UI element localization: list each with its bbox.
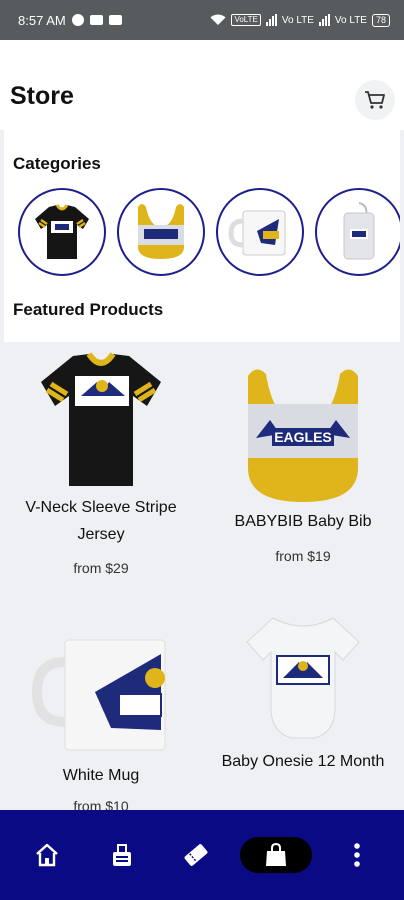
product-card-baby-onesie[interactable]: Baby Onesie 12 Month	[202, 592, 404, 812]
nav-info-board[interactable]	[92, 835, 152, 875]
onesie-image	[246, 617, 360, 739]
nav-store[interactable]	[240, 837, 313, 873]
mug-image	[31, 639, 166, 751]
signal-icon-2	[318, 14, 330, 26]
nav-more[interactable]	[327, 835, 387, 875]
featured-title: Featured Products	[13, 300, 164, 319]
product-name: Baby Onesie 12 Month	[221, 753, 385, 770]
shopping-bag-icon	[266, 842, 287, 866]
categories-card: Categories Featured Products	[4, 130, 400, 342]
wifi-icon	[210, 14, 226, 25]
signal-icon	[265, 14, 277, 26]
bib-image: EAGLES	[248, 369, 358, 502]
bib-thumbnail	[138, 204, 184, 259]
bib-brand-text: EAGLES	[274, 429, 332, 445]
product-name: White Mug	[62, 767, 140, 784]
mail-icon	[108, 15, 122, 25]
network-label-2: Vo LTE	[334, 14, 367, 26]
category-jersey[interactable]	[18, 188, 106, 276]
jersey-thumbnail	[35, 204, 89, 259]
product-image	[0, 624, 202, 764]
page-title: Store	[10, 82, 74, 110]
info-board-icon	[112, 844, 131, 866]
product-name: BABYBIB Baby Bib	[234, 513, 372, 530]
mug-thumbnail	[228, 210, 286, 256]
product-image: EAGLES	[202, 364, 404, 504]
app-header: Store	[0, 40, 404, 130]
product-card-mug[interactable]: White Mug from $10	[0, 592, 202, 814]
home-icon	[36, 843, 58, 867]
categories-title: Categories	[13, 154, 101, 173]
product-card-jersey[interactable]: V-Neck Sleeve Stripe Jersey from $29	[0, 342, 202, 592]
messenger-icon	[71, 14, 84, 26]
category-baby-bib[interactable]	[117, 188, 205, 276]
network-label-1: Vo LTE	[281, 14, 314, 26]
cart-icon	[365, 91, 385, 109]
product-card-baby-bib[interactable]: EAGLES BABYBIB Baby Bib from $19	[202, 342, 404, 592]
more-vertical-icon	[353, 843, 360, 867]
jersey-image	[41, 352, 161, 486]
status-time: 8:57 AM	[18, 12, 66, 28]
product-name: V-Neck Sleeve Stripe Jersey	[25, 499, 177, 543]
status-bar: 8:57 AM VoLTE Vo LTE Vo LTE 78	[0, 0, 404, 40]
volte-badge: VoLTE	[231, 14, 261, 26]
youtube-icon	[89, 15, 103, 25]
luggage-tag-thumbnail	[343, 202, 375, 260]
nav-home[interactable]	[17, 835, 77, 875]
product-price: from $19	[275, 548, 331, 564]
product-image	[202, 606, 404, 746]
ticket-icon	[184, 844, 208, 866]
categories-row[interactable]	[18, 188, 400, 276]
bottom-navigation	[0, 810, 404, 900]
category-mug[interactable]	[216, 188, 304, 276]
product-image	[0, 350, 202, 490]
battery-icon: 78	[371, 13, 390, 27]
nav-tickets[interactable]	[166, 835, 226, 875]
product-price: from $29	[73, 560, 129, 576]
category-luggage-tag[interactable]	[315, 188, 400, 276]
cart-button[interactable]	[355, 80, 395, 120]
